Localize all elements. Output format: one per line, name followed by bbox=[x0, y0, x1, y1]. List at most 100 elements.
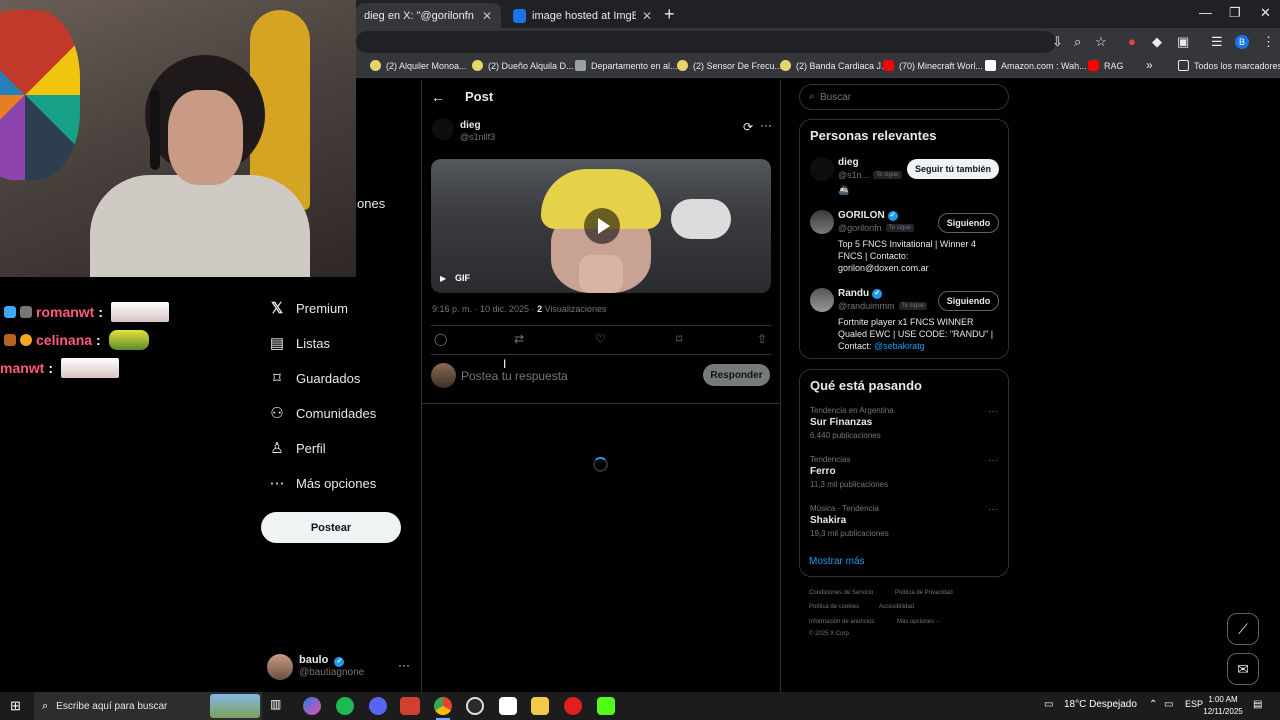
nav-item-lists[interactable]: ▤ Listas bbox=[266, 334, 330, 352]
browser-tab-x[interactable]: dieg en X: "@gorilonfn @randu ✕ bbox=[356, 3, 501, 28]
reading-list-icon[interactable]: ☰ bbox=[1211, 34, 1223, 50]
following-button[interactable]: Siguiendo bbox=[938, 291, 999, 311]
avatar[interactable] bbox=[810, 288, 834, 312]
avatar[interactable] bbox=[810, 210, 834, 234]
nav-item-bookmarks[interactable]: ⌑ Guardados bbox=[266, 369, 360, 387]
share-icon[interactable]: ⇧ bbox=[757, 332, 767, 346]
spotify-icon[interactable] bbox=[336, 697, 354, 715]
messages-fab-icon[interactable]: ✉ bbox=[1227, 653, 1259, 685]
follow-back-button[interactable]: Seguir tú también bbox=[907, 159, 999, 179]
clock[interactable]: 1:00 AM 12/11/2025 bbox=[1198, 694, 1248, 718]
post-button[interactable]: Postear bbox=[261, 512, 401, 543]
author-name[interactable]: dieg bbox=[460, 120, 481, 131]
network-icon[interactable]: ▭ bbox=[1164, 699, 1173, 710]
account-switcher[interactable]: baulo ✓ @bautiagnone ··· bbox=[267, 652, 417, 684]
play-button[interactable] bbox=[584, 208, 620, 244]
reply-button[interactable]: Responder bbox=[703, 364, 770, 386]
restore-icon[interactable]: ❐ bbox=[1229, 5, 1241, 21]
show-more-link[interactable]: Mostrar más bbox=[809, 556, 865, 567]
trend-item[interactable]: Música · Tendencia Shakira 19,3 mil publ… bbox=[810, 504, 1000, 538]
bookmark-icon[interactable]: ⌑ bbox=[676, 332, 682, 346]
taskbar-search[interactable]: ⌕ bbox=[34, 692, 262, 720]
author-avatar[interactable] bbox=[432, 118, 454, 140]
windows-start-icon[interactable]: ⊞ bbox=[10, 698, 21, 714]
bookmark-item[interactable]: Departamento en al... bbox=[575, 60, 678, 71]
profile-avatar[interactable]: B bbox=[1235, 35, 1249, 49]
opera-icon[interactable] bbox=[564, 697, 582, 715]
trend-item[interactable]: Tendencia en Argentina Sur Finanzas 6.44… bbox=[810, 406, 1000, 440]
reply-input[interactable] bbox=[461, 367, 691, 385]
bookmark-item[interactable]: (2) Sensor De Frecu... bbox=[677, 60, 782, 71]
nav-item-communities[interactable]: ⚇ Comunidades bbox=[266, 404, 376, 422]
account-more-icon[interactable]: ··· bbox=[398, 658, 410, 672]
avatar[interactable] bbox=[810, 157, 834, 181]
repost-icon[interactable]: ⇄ bbox=[514, 332, 524, 346]
like-icon[interactable]: ♡ bbox=[595, 332, 606, 346]
media-hands bbox=[579, 255, 623, 293]
task-view-icon[interactable]: ▥ bbox=[270, 697, 288, 715]
extension-icon[interactable]: ◆ bbox=[1152, 34, 1162, 50]
nav-item-premium[interactable]: 𝕏 Premium bbox=[266, 299, 348, 317]
extensions-puzzle-icon[interactable]: ▣ bbox=[1177, 34, 1189, 50]
trend-more-icon[interactable]: ··· bbox=[988, 406, 998, 417]
bookmark-item[interactable]: (70) Minecraft Worl... bbox=[883, 60, 983, 71]
bookmark-item[interactable]: Amazon.com : Wah... bbox=[985, 60, 1087, 71]
close-window-icon[interactable]: ✕ bbox=[1260, 5, 1271, 21]
address-bar[interactable] bbox=[356, 31, 1056, 53]
menu-dots-icon[interactable]: ⋮ bbox=[1262, 34, 1275, 50]
notifications-icon[interactable]: ▤ bbox=[1253, 699, 1262, 710]
footer-link[interactable]: Información de anuncios bbox=[809, 619, 874, 625]
gif-play-icon[interactable]: ▶ bbox=[440, 274, 446, 283]
minimize-icon[interactable]: — bbox=[1199, 5, 1212, 20]
zoom-icon[interactable]: ⌕ bbox=[1074, 34, 1081, 50]
app-icon[interactable] bbox=[499, 697, 517, 715]
bookmark-item[interactable]: RAG bbox=[1088, 60, 1124, 71]
obs-icon[interactable] bbox=[466, 697, 484, 715]
back-arrow-icon[interactable]: ← bbox=[431, 89, 445, 105]
following-button[interactable]: Siguiendo bbox=[938, 213, 999, 233]
person-name[interactable]: GORILON ✓ bbox=[838, 210, 898, 221]
tray-overflow-icon[interactable]: ⌃ bbox=[1149, 699, 1157, 710]
kick-icon[interactable] bbox=[597, 697, 615, 715]
taskbar-search-input[interactable] bbox=[56, 700, 207, 712]
footer-link[interactable]: Accesibilidad bbox=[879, 604, 914, 610]
browser-tab-imgbb[interactable]: image hosted at ImgBB — Imgl ✕ bbox=[505, 3, 660, 28]
chrome-icon[interactable] bbox=[434, 697, 452, 720]
bookmark-item[interactable]: (2) Dueño Alquila D... bbox=[472, 60, 574, 71]
search-box[interactable]: ⌕ bbox=[799, 84, 1009, 110]
bookmark-item[interactable]: (2) Alquiler Monoa... bbox=[370, 60, 467, 71]
new-tab-icon[interactable]: + bbox=[664, 4, 675, 25]
search-input[interactable] bbox=[820, 89, 1000, 105]
nav-item-more-options[interactable]: ⋯ Más opciones bbox=[266, 474, 377, 492]
star-bookmark-icon[interactable]: ☆ bbox=[1095, 34, 1107, 50]
reply-icon[interactable]: ◯ bbox=[434, 332, 447, 346]
footer-link[interactable]: Política de Privacidad bbox=[895, 590, 953, 596]
bio-link[interactable]: @sebakiratg bbox=[874, 341, 925, 351]
discord-icon[interactable] bbox=[369, 697, 387, 715]
bookmark-item[interactable]: (2) Banda Cardiaca J... bbox=[780, 60, 889, 71]
nav-item-profile[interactable]: ♙ Perfil bbox=[266, 439, 325, 457]
extension-red-icon[interactable]: ● bbox=[1128, 34, 1136, 49]
footer-link[interactable]: Más opciones ··· bbox=[897, 619, 942, 625]
trend-more-icon[interactable]: ··· bbox=[988, 504, 998, 515]
grok-fab-icon[interactable]: ⟋ bbox=[1227, 613, 1259, 645]
person-name[interactable]: dieg bbox=[838, 157, 859, 168]
weather-icon[interactable]: ▭ bbox=[1044, 699, 1053, 710]
grok-icon[interactable]: ⟳ bbox=[743, 120, 753, 134]
trend-item[interactable]: Tendencias Ferro 11,3 mil publicaciones … bbox=[810, 455, 1000, 489]
all-bookmarks[interactable]: Todos los marcadores bbox=[1178, 60, 1280, 71]
footer-link[interactable]: Condiciones de Servicio bbox=[809, 590, 873, 596]
trend-more-icon[interactable]: ··· bbox=[988, 455, 998, 466]
person-name[interactable]: Randu ✓ bbox=[838, 288, 883, 299]
install-app-icon[interactable]: ⇩ bbox=[1052, 34, 1063, 50]
post-more-icon[interactable]: ··· bbox=[760, 118, 772, 132]
author-handle[interactable]: @s1nllf3 bbox=[460, 132, 495, 142]
tab-close-icon[interactable]: ✕ bbox=[642, 9, 652, 23]
copilot-icon[interactable] bbox=[303, 697, 321, 715]
footer-link[interactable]: Política de cookies bbox=[809, 604, 859, 610]
bookmarks-overflow-icon[interactable]: » bbox=[1146, 58, 1153, 72]
voicemeeter-icon[interactable] bbox=[400, 697, 420, 715]
file-explorer-icon[interactable] bbox=[531, 697, 549, 715]
tab-close-icon[interactable]: ✕ bbox=[482, 9, 492, 23]
weather-text[interactable]: 18°C Despejado bbox=[1064, 699, 1137, 710]
